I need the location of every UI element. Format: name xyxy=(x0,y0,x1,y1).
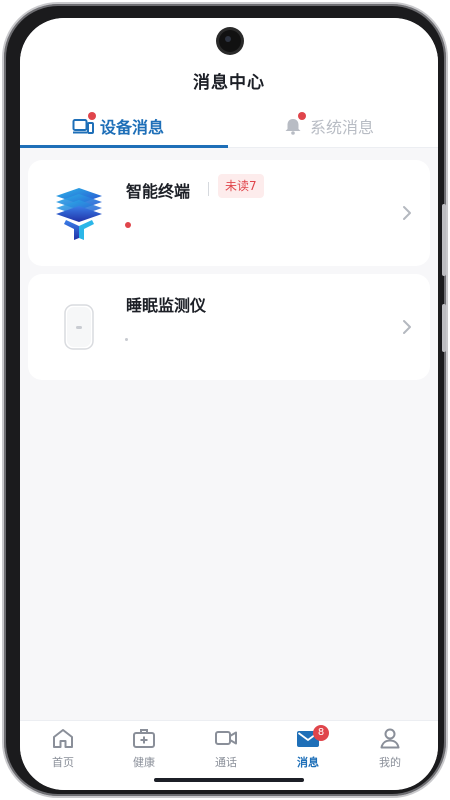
tab-unread-dot xyxy=(88,112,96,120)
device-name: 智能终端 xyxy=(126,182,191,201)
tab-label: 系统消息 xyxy=(310,118,375,137)
active-tab-indicator xyxy=(20,145,228,148)
nav-label: 消息 xyxy=(297,756,319,769)
nav-item-home[interactable]: 首页 xyxy=(33,727,93,781)
device-card-sleep-monitor[interactable]: 睡眠监测仪 xyxy=(28,274,430,380)
home-indicator xyxy=(154,778,304,782)
home-icon xyxy=(33,727,93,749)
nav-item-messages[interactable]: 8 消息 xyxy=(278,725,338,781)
video-camera-icon xyxy=(196,727,256,749)
phone-frame: 消息中心 设备消息 系统消息 智能终端 未读7 睡眠监测仪 首页 健康 通话 8… xyxy=(2,2,448,798)
nav-label: 健康 xyxy=(133,756,155,769)
device-card-smart-terminal[interactable]: 智能终端 未读7 xyxy=(28,160,430,266)
volume-button xyxy=(442,204,446,276)
nav-label: 首页 xyxy=(52,756,74,769)
person-icon xyxy=(360,727,420,749)
status-dot xyxy=(125,338,128,341)
mail-icon xyxy=(278,727,338,749)
chevron-right-icon xyxy=(400,204,414,222)
chevron-right-icon xyxy=(400,318,414,336)
page-title: 消息中心 xyxy=(193,73,265,93)
front-camera xyxy=(219,30,241,52)
nav-label: 通话 xyxy=(215,756,237,769)
device-name: 睡眠监测仪 xyxy=(126,296,207,315)
nav-item-call[interactable]: 通话 xyxy=(196,727,256,781)
divider xyxy=(208,182,209,196)
nav-unread-badge: 8 xyxy=(313,725,329,741)
nav-item-profile[interactable]: 我的 xyxy=(360,727,420,781)
unread-dot xyxy=(125,222,131,228)
device-icon xyxy=(72,112,96,135)
power-button xyxy=(442,304,446,352)
sleep-monitor-device xyxy=(48,296,110,358)
nav-label: 我的 xyxy=(379,756,401,769)
unread-badge: 未读7 xyxy=(218,174,264,198)
tab-label: 设备消息 xyxy=(100,118,165,137)
medical-kit-icon xyxy=(114,727,174,749)
tab-system-messages[interactable]: 系统消息 xyxy=(282,106,374,146)
nav-item-health[interactable]: 健康 xyxy=(114,727,174,781)
tab-bar: 设备消息 系统消息 xyxy=(20,106,438,148)
tab-device-messages[interactable]: 设备消息 xyxy=(72,106,164,146)
layered-terminal-logo xyxy=(48,182,110,244)
tab-unread-dot xyxy=(298,112,306,120)
screen: 消息中心 设备消息 系统消息 智能终端 未读7 睡眠监测仪 首页 健康 通话 8… xyxy=(20,18,438,790)
header: 消息中心 设备消息 系统消息 xyxy=(20,18,438,148)
bell-icon xyxy=(282,112,306,135)
